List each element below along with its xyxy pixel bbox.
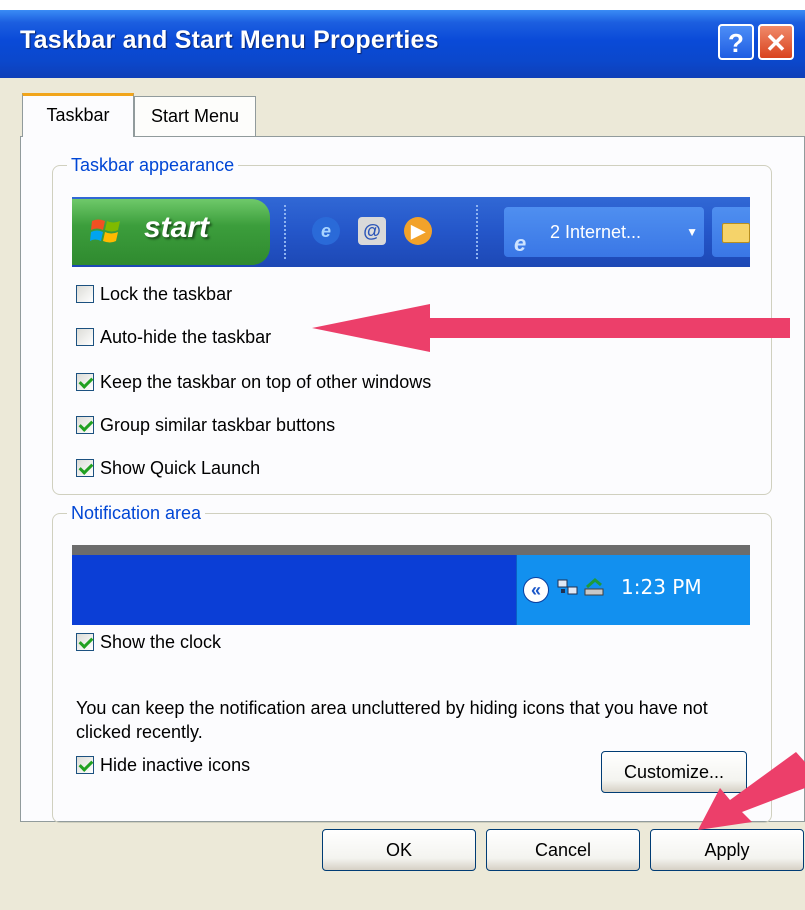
- window-title: Taskbar and Start Menu Properties: [20, 26, 439, 54]
- clock: 1:23 PM: [621, 575, 702, 599]
- title-bar[interactable]: Taskbar and Start Menu Properties ? ✕: [0, 10, 805, 78]
- quick-launch-checkbox[interactable]: [76, 459, 94, 477]
- task-button-internet: e 2 Internet... ▼: [504, 207, 704, 257]
- tab-start-menu[interactable]: Start Menu: [134, 96, 256, 136]
- ie-icon: e: [514, 231, 527, 256]
- quick-launch-separator: [284, 205, 290, 259]
- folder-icon: [722, 223, 750, 243]
- start-button-preview: start: [72, 199, 270, 265]
- lock-taskbar-label: Lock the taskbar: [100, 283, 233, 304]
- ie-icon: e: [312, 217, 340, 245]
- show-clock-option[interactable]: Show the clock: [76, 630, 221, 654]
- keep-on-top-label: Keep the taskbar on top of other windows: [100, 371, 432, 392]
- properties-dialog: Taskbar and Start Menu Properties ? ✕ Ta…: [0, 10, 805, 910]
- help-button[interactable]: ?: [718, 24, 754, 60]
- outlook-icon: @: [358, 217, 386, 245]
- show-clock-checkbox[interactable]: [76, 633, 94, 651]
- group-buttons-checkbox[interactable]: [76, 416, 94, 434]
- network-icon: [557, 579, 578, 595]
- close-button[interactable]: ✕: [758, 24, 794, 60]
- show-hidden-icons-chevron-icon: «: [523, 577, 549, 603]
- hide-inactive-label: Hide inactive icons: [100, 754, 251, 775]
- system-tray-preview: « 1:23 PM: [516, 555, 750, 625]
- customize-button[interactable]: Customize...: [601, 751, 747, 793]
- task-button-label: 2 Internet...: [550, 222, 642, 242]
- start-label: start: [144, 211, 210, 244]
- lock-taskbar-checkbox[interactable]: [76, 285, 94, 303]
- folder-task-button: [712, 207, 750, 257]
- show-clock-label: Show the clock: [100, 631, 222, 652]
- ok-button[interactable]: OK: [322, 829, 476, 871]
- keep-on-top-checkbox[interactable]: [76, 373, 94, 391]
- cancel-button[interactable]: Cancel: [486, 829, 640, 871]
- notification-area-preview: « 1:23 PM: [72, 545, 750, 625]
- windows-flag-icon: [90, 219, 120, 243]
- auto-hide-checkbox[interactable]: [76, 328, 94, 346]
- lock-taskbar-option[interactable]: Lock the taskbar: [76, 282, 232, 306]
- preview-top-strip: [72, 545, 750, 555]
- quick-launch-label: Show Quick Launch: [100, 457, 261, 478]
- quick-launch-option[interactable]: Show Quick Launch: [76, 456, 260, 480]
- hide-inactive-checkbox[interactable]: [76, 756, 94, 774]
- notification-description: You can keep the notification area unclu…: [76, 698, 708, 742]
- quick-launch-separator: [476, 205, 482, 259]
- dropdown-arrow-icon: ▼: [686, 225, 698, 239]
- hide-inactive-option[interactable]: Hide inactive icons: [76, 753, 250, 777]
- sync-icon: [584, 578, 604, 596]
- group-buttons-option[interactable]: Group similar taskbar buttons: [76, 413, 335, 437]
- group-buttons-label: Group similar taskbar buttons: [100, 414, 336, 435]
- media-player-icon: ▶: [404, 217, 432, 245]
- taskbar-appearance-legend: Taskbar appearance: [71, 155, 235, 175]
- notification-area-legend: Notification area: [71, 503, 202, 523]
- tab-taskbar[interactable]: Taskbar: [22, 93, 134, 137]
- auto-hide-option[interactable]: Auto-hide the taskbar: [76, 325, 271, 349]
- keep-on-top-option[interactable]: Keep the taskbar on top of other windows: [76, 370, 431, 394]
- taskbar-preview: start e @ ▶ e 2 Internet... ▼: [72, 197, 750, 267]
- auto-hide-label: Auto-hide the taskbar: [100, 326, 272, 347]
- apply-button[interactable]: Apply: [650, 829, 804, 871]
